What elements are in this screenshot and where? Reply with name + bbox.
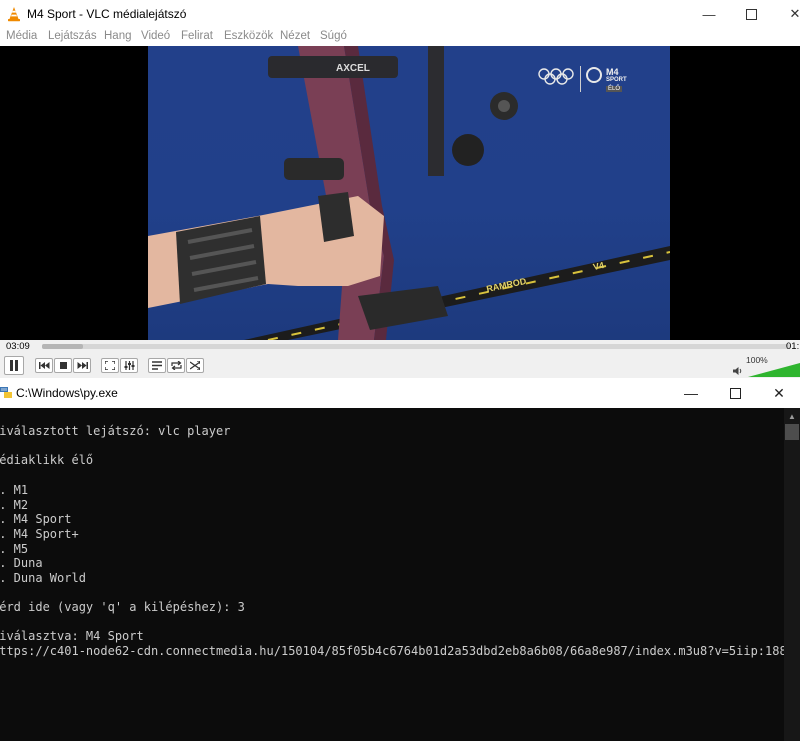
next-button[interactable] — [73, 358, 91, 373]
loop-icon — [170, 361, 182, 370]
fullscreen-icon — [105, 361, 115, 370]
minimize-button[interactable]: — — [686, 0, 732, 28]
console-line: Kiválasztva: M4 Sport — [0, 629, 144, 643]
vlc-window: M4 Sport - VLC médialejátszó — ✕ Média L… — [0, 0, 800, 378]
channel-logo-line1: M4 — [606, 67, 619, 77]
menu-playback[interactable]: Lejátszás — [48, 30, 97, 42]
loop-button[interactable] — [167, 358, 185, 373]
olympic-rings-icon — [538, 68, 574, 85]
stop-icon — [59, 362, 67, 369]
seek-row: 03:09 01: — [0, 340, 800, 354]
volume-slider-fill — [748, 363, 800, 377]
console-titlebar[interactable]: C:\Windows\py.exe — ✕ — [0, 378, 800, 408]
channel-logo-line2: SPORT — [606, 77, 627, 83]
close-button[interactable]: ✕ — [772, 0, 800, 28]
console-line: 6. Duna — [0, 556, 43, 570]
playlist-icon — [152, 361, 162, 370]
video-scene — [148, 46, 670, 340]
scroll-up-icon[interactable]: ▲ — [784, 408, 800, 424]
menu-subtitle[interactable]: Felirat — [181, 30, 213, 42]
menu-video[interactable]: Videó — [141, 30, 170, 42]
logo-divider — [580, 66, 581, 92]
extended-settings-icon — [124, 361, 134, 370]
live-badge: ÉLŐ — [606, 86, 623, 92]
vlc-cone-icon — [8, 7, 20, 22]
m4-sport-logo-icon — [586, 67, 602, 83]
play-pause-button[interactable] — [4, 356, 24, 375]
console-minimize-button[interactable]: — — [668, 378, 714, 408]
next-icon — [77, 362, 88, 369]
console-line: 4. M4 Sport+ — [0, 527, 79, 541]
python-icon — [0, 387, 12, 398]
console-line: https://c401-node62-cdn.connectmedia.hu/… — [0, 644, 784, 658]
maximize-icon — [745, 8, 757, 20]
console-window: C:\Windows\py.exe — ✕ Kiválasztott leját… — [0, 378, 800, 741]
console-maximize-button[interactable] — [712, 378, 758, 408]
fullscreen-button[interactable] — [101, 358, 119, 373]
console-line: 1. M1 — [0, 483, 29, 497]
volume-icon[interactable] — [733, 366, 743, 376]
seek-slider[interactable] — [42, 344, 790, 349]
maximize-icon — [729, 387, 741, 399]
menu-audio[interactable]: Hang — [104, 30, 132, 42]
playlist-button[interactable] — [148, 358, 166, 373]
time-total: 01: — [786, 341, 800, 352]
stop-button[interactable] — [54, 358, 72, 373]
extended-settings-button[interactable] — [120, 358, 138, 373]
video-area[interactable]: AXCEL RAMROD V4 M4 SPORT ÉLŐ — [0, 46, 800, 340]
seek-slider-fill — [42, 344, 84, 349]
previous-button[interactable] — [35, 358, 53, 373]
menu-tools[interactable]: Eszközök — [224, 30, 273, 42]
console-line: Kiválasztott lejátszó: vlc player — [0, 424, 231, 438]
console-line: 5. M5 — [0, 542, 29, 556]
console-scrollbar[interactable]: ▲ — [784, 408, 800, 741]
menu-help[interactable]: Súgó — [320, 30, 347, 42]
vlc-titlebar[interactable]: M4 Sport - VLC médialejátszó — ✕ — [0, 0, 800, 28]
shuffle-icon — [190, 361, 200, 370]
pause-icon — [10, 360, 18, 371]
console-line: 7. Duna World — [0, 571, 86, 585]
time-elapsed: 03:09 — [6, 341, 30, 352]
shuffle-button[interactable] — [186, 358, 204, 373]
window-title: M4 Sport - VLC médialejátszó — [27, 7, 187, 21]
console-line: 3. M4 Sport — [0, 512, 72, 526]
prev-icon — [38, 362, 49, 369]
menu-view[interactable]: Nézet — [280, 30, 310, 42]
controls-toolbar: 100% — [0, 354, 800, 378]
video-frame: AXCEL RAMROD V4 M4 SPORT ÉLŐ — [148, 46, 670, 340]
console-line: 2. M2 — [0, 498, 29, 512]
menu-bar: Média Lejátszás Hang Videó Felirat Eszkö… — [0, 28, 800, 46]
console-title: C:\Windows\py.exe — [16, 386, 118, 400]
scrollbar-thumb[interactable] — [785, 424, 799, 440]
bow-brand-text: AXCEL — [336, 63, 370, 74]
maximize-button[interactable] — [728, 0, 774, 28]
menu-media[interactable]: Média — [6, 30, 37, 42]
console-close-button[interactable]: ✕ — [756, 378, 800, 408]
console-output[interactable]: Kiválasztott lejátszó: vlc player Médiak… — [0, 408, 784, 741]
console-line: Médiaklikk élő — [0, 453, 94, 467]
volume-slider[interactable] — [748, 363, 800, 377]
console-line: Kérd ide (vagy 'q' a kilépéshez): 3 — [0, 600, 245, 614]
